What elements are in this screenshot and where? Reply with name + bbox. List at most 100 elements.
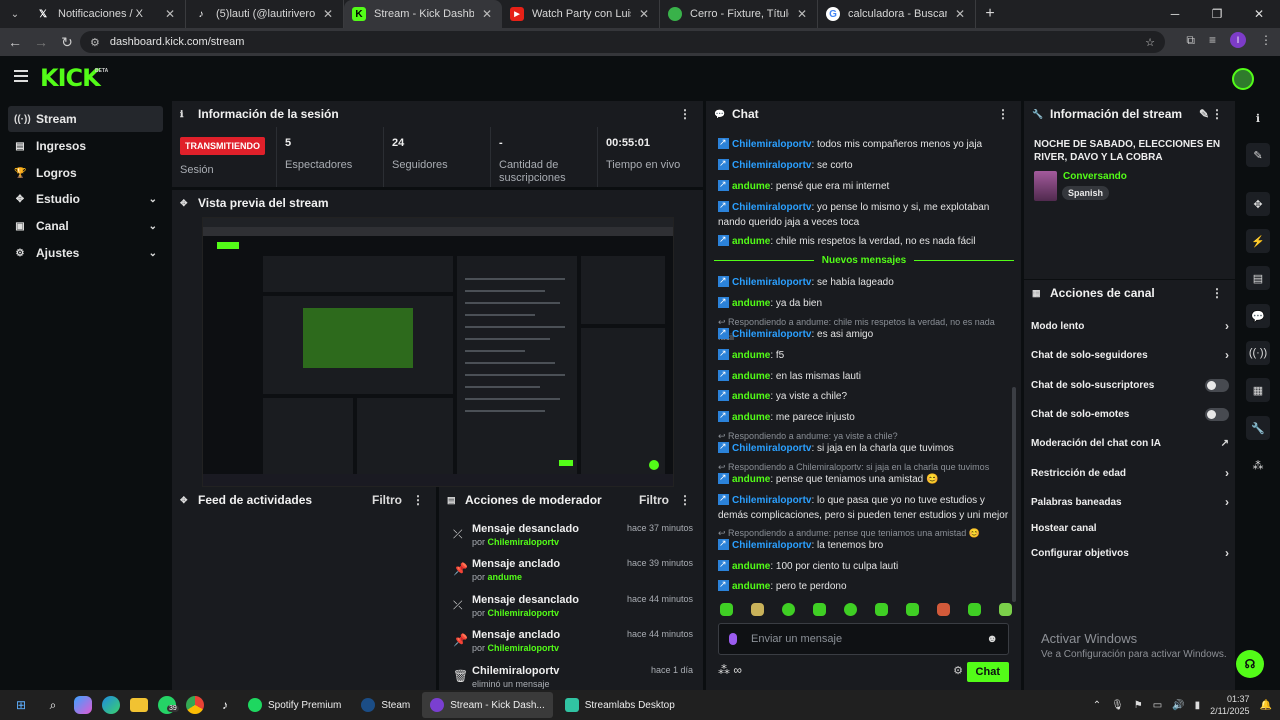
- emotes-only-toggle[interactable]: [1205, 407, 1229, 421]
- menu-icon[interactable]: [14, 70, 28, 82]
- chat-message[interactable]: andume: ya da bien: [718, 294, 1010, 311]
- browser-tab[interactable]: ♪ (5)lauti (@lautirivero21) | TikTok ✕: [186, 0, 344, 28]
- more-options-icon[interactable]: ⋮: [679, 107, 691, 121]
- preview-icon[interactable]: ✥: [1246, 192, 1270, 216]
- chat-username[interactable]: andume: [732, 474, 770, 485]
- back-icon[interactable]: ←: [2, 34, 28, 50]
- close-icon[interactable]: ✕: [323, 7, 335, 21]
- layout-icon[interactable]: ▦: [1246, 378, 1270, 402]
- network-icon[interactable]: ▭: [1153, 700, 1162, 711]
- media-icon[interactable]: ≡: [1209, 33, 1216, 47]
- chat-messages[interactable]: Chilemiraloportv: todos mis compañeros m…: [706, 127, 1019, 602]
- edit-icon[interactable]: ✎: [1199, 107, 1209, 121]
- chat-username[interactable]: andume: [732, 412, 770, 423]
- site-info-icon[interactable]: ⚙: [90, 36, 100, 49]
- profile-avatar[interactable]: I: [1230, 32, 1246, 48]
- address-bar[interactable]: ⚙ dashboard.kick.com/stream ☆: [80, 31, 1165, 53]
- bookmark-star-icon[interactable]: ☆: [1145, 36, 1155, 49]
- edit-icon[interactable]: ✎: [1246, 143, 1270, 167]
- user-avatar[interactable]: [1232, 68, 1254, 90]
- forward-icon[interactable]: →: [28, 34, 54, 50]
- search-icon[interactable]: ⌕: [42, 694, 64, 716]
- chat-username[interactable]: andume: [732, 236, 770, 247]
- mod-user[interactable]: Chilemiraloportv: [488, 608, 560, 618]
- whatsapp-icon[interactable]: 39: [158, 696, 179, 714]
- chat-scrollbar[interactable]: [1012, 387, 1016, 602]
- clock[interactable]: 01:37 2/11/2025: [1210, 693, 1249, 717]
- chat-message[interactable]: Chilemiraloportv: yo pense lo mismo y si…: [718, 198, 1010, 230]
- filter-button[interactable]: Filtro: [639, 493, 669, 507]
- chrome-icon[interactable]: [186, 696, 204, 714]
- chat-username[interactable]: Chilemiraloportv: [732, 202, 811, 213]
- subscribers-only-toggle[interactable]: [1205, 378, 1229, 392]
- microphone-icon[interactable]: [729, 633, 737, 645]
- ai-moderation-item[interactable]: Moderación del chat con IA ↗: [1031, 433, 1229, 453]
- chat-message[interactable]: andume: chile mis respetos la verdad, no…: [718, 232, 1010, 249]
- more-options-icon[interactable]: ⋮: [412, 493, 424, 507]
- emote-icon[interactable]: [875, 603, 888, 616]
- apps-icon[interactable]: ⁂: [1246, 453, 1270, 477]
- chat-message[interactable]: andume: pense que teniamos una amistad 😊: [718, 470, 1010, 487]
- chat-settings-icon[interactable]: ⚙: [953, 664, 963, 677]
- tab-search-button[interactable]: ⌄: [2, 3, 28, 25]
- sidebar-item-canal[interactable]: ▣ Canal ⌄: [8, 213, 163, 239]
- browser-tab-active[interactable]: K Stream - Kick Dashboard ✕: [344, 0, 502, 28]
- chat-username[interactable]: andume: [732, 561, 770, 572]
- close-icon[interactable]: ✕: [955, 7, 967, 21]
- info-icon[interactable]: ℹ: [1246, 106, 1270, 130]
- broadcast-icon[interactable]: ((·)): [1246, 341, 1270, 365]
- stream-category[interactable]: Conversando: [1063, 171, 1127, 182]
- chat-message[interactable]: andume: f5: [718, 346, 1010, 363]
- chat-username[interactable]: Chilemiraloportv: [732, 495, 811, 506]
- chat-username[interactable]: andume: [732, 181, 770, 192]
- send-chat-button[interactable]: Chat: [966, 662, 1009, 682]
- chat-username[interactable]: Chilemiraloportv: [732, 277, 811, 288]
- stream-preview-video[interactable]: [202, 217, 674, 487]
- minimize-icon[interactable]: ─: [1154, 0, 1196, 28]
- new-tab-button[interactable]: +: [976, 5, 1004, 23]
- chat-message[interactable]: Chilemiraloportv: todos mis compañeros m…: [718, 135, 1010, 152]
- sidebar-item-ingresos[interactable]: ▤ Ingresos: [8, 133, 163, 159]
- taskbar-app-steam[interactable]: Steam: [353, 692, 418, 718]
- wrench-icon[interactable]: 🔧: [1246, 416, 1270, 440]
- mod-user[interactable]: Chilemiraloportv: [488, 643, 560, 653]
- close-icon[interactable]: ✕: [639, 7, 651, 21]
- kick-logo[interactable]: KICK: [40, 64, 101, 92]
- close-window-icon[interactable]: ✕: [1238, 0, 1280, 28]
- sidebar-item-logros[interactable]: 🏆 Logros: [8, 160, 163, 186]
- microphone-icon[interactable]: 🎙: [1111, 700, 1124, 711]
- browser-menu-icon[interactable]: ⋮: [1260, 33, 1272, 47]
- more-options-icon[interactable]: ⋮: [1211, 286, 1223, 300]
- chat-username[interactable]: andume: [732, 298, 770, 309]
- chat-message[interactable]: Chilemiraloportv: se había lageado: [718, 273, 1010, 290]
- volume-icon[interactable]: 🔊: [1172, 700, 1184, 711]
- battery-icon[interactable]: ▮: [1195, 700, 1201, 711]
- chat-username[interactable]: Chilemiraloportv: [732, 139, 811, 150]
- help-chat-icon[interactable]: ☊: [1236, 650, 1264, 678]
- browser-tab[interactable]: G calculadora - Buscar con Google ✕: [818, 0, 976, 28]
- more-options-icon[interactable]: ⋮: [1211, 107, 1223, 121]
- chat-input[interactable]: Enviar un mensaje ☻: [718, 623, 1009, 655]
- chat-message[interactable]: Chilemiraloportv: se corto: [718, 156, 1010, 173]
- chat-message[interactable]: andume: me parece injusto: [718, 408, 1010, 425]
- mod-user[interactable]: andume: [488, 572, 523, 582]
- close-icon[interactable]: ✕: [797, 7, 809, 21]
- host-channel-item[interactable]: Hostear canal: [1031, 518, 1229, 538]
- emote-icon[interactable]: [906, 603, 919, 616]
- copilot-icon[interactable]: [74, 696, 92, 714]
- emote-icon[interactable]: [782, 603, 795, 616]
- chat-username[interactable]: andume: [732, 391, 770, 402]
- emote-icon[interactable]: [844, 603, 857, 616]
- document-icon[interactable]: ▤: [1246, 266, 1270, 290]
- file-explorer-icon[interactable]: [130, 698, 148, 712]
- browser-tab[interactable]: ▶ Watch Party con Luis, Davo, La Cobra ✕: [502, 0, 660, 28]
- close-icon[interactable]: ✕: [482, 7, 494, 21]
- chat-username[interactable]: andume: [732, 581, 770, 592]
- chat-message[interactable]: andume: pensé que era mi internet: [718, 177, 1010, 194]
- infinity-icon[interactable]: ⁂ ∞: [718, 663, 742, 677]
- slow-mode-item[interactable]: Modo lento ›: [1031, 316, 1229, 336]
- age-restriction-item[interactable]: Restricción de edad ›: [1031, 463, 1229, 483]
- sidebar-item-stream[interactable]: ((·)) Stream: [8, 106, 163, 132]
- chat-message[interactable]: Chilemiraloportv: lo que pasa que yo no …: [718, 491, 1010, 523]
- chat-message[interactable]: Chilemiraloportv: la tenemos bro: [718, 536, 1010, 553]
